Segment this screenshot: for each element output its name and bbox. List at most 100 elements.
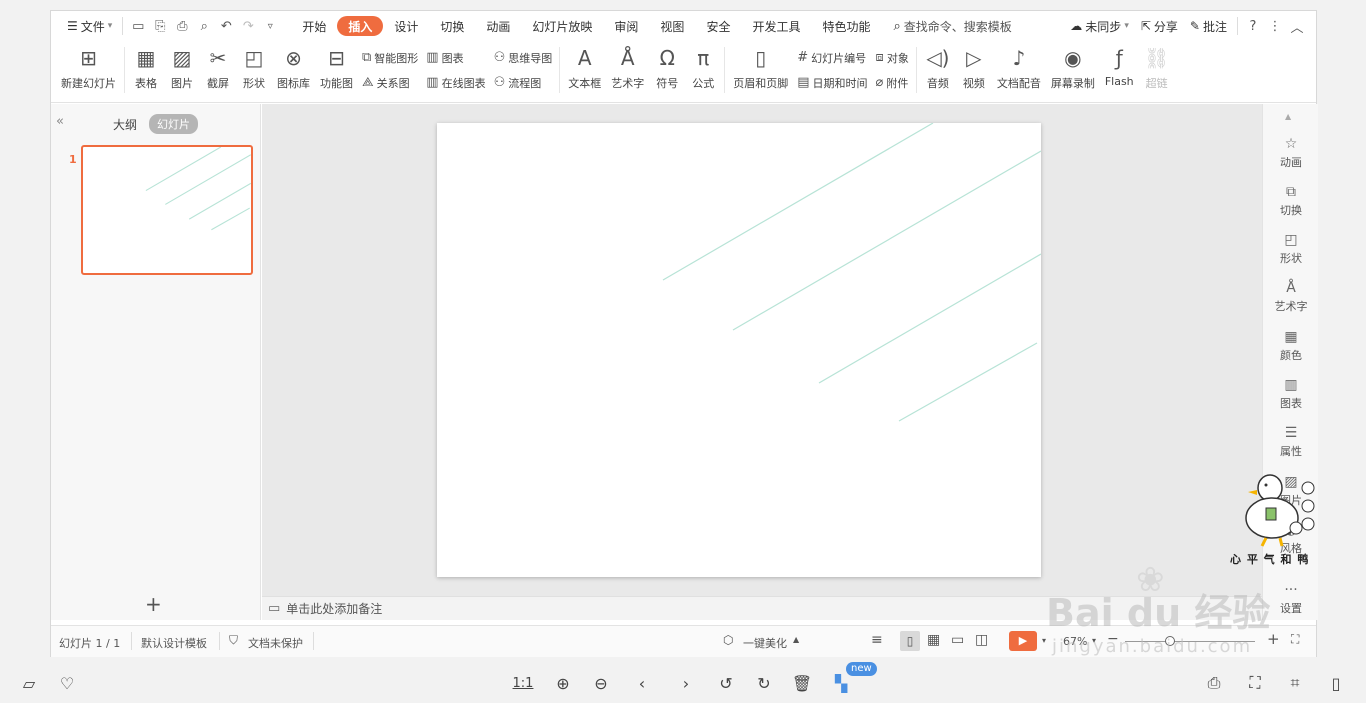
zoom-in-icon[interactable]: ⊕ [552,672,574,694]
zoom-slider-track[interactable] [1125,641,1255,642]
hyperlink-button[interactable]: ⛓ 超链 [1139,45,1175,95]
tab-home[interactable]: 开始 [291,16,337,36]
object-button[interactable]: ⧈ 对象 [876,47,909,69]
tab-transition[interactable]: 切换 [429,16,475,36]
slide-number-button[interactable]: # 幻灯片编号 [797,47,867,69]
new-slide-button[interactable]: ⊞ 新建幻灯片 [51,45,121,95]
chart-button[interactable]: ▥ 图表 [426,47,485,69]
sorter-view-icon[interactable]: ▦ [927,632,940,648]
zoom-level[interactable]: 67% [1063,635,1087,648]
art-text-button[interactable]: Å 艺术字 [606,45,649,95]
prev-icon[interactable]: ‹ [631,672,653,694]
delete-icon[interactable]: 🗑 [791,672,813,694]
zoom-slider-thumb[interactable] [1165,636,1175,646]
smart-art-button[interactable]: ⧉ 智能图形 [362,47,418,69]
tab-review[interactable]: 审阅 [603,16,649,36]
tab-view[interactable]: 视图 [649,16,695,36]
undo-icon[interactable]: ↶ [215,15,237,37]
reading-view-icon[interactable]: ▭ [951,632,964,648]
normal-view-icon[interactable]: ▯ [900,631,920,651]
relation-button[interactable]: ⟁ 关系图 [362,72,418,94]
header-footer-button[interactable]: ▯ 页眉和页脚 [728,45,793,95]
comment-button[interactable]: ✎ 批注 [1184,15,1233,37]
table-button[interactable]: ▦ 表格 [128,45,164,95]
redo-icon[interactable]: ↷ [237,15,259,37]
pane-transition[interactable]: ⧉ 切换 [1263,184,1319,218]
more-icon[interactable]: ⋮ [1264,15,1286,37]
fit-window-icon[interactable]: ⛶ [1291,632,1299,647]
pane-properties[interactable]: ☰ 属性 [1263,425,1319,459]
attachment-button[interactable]: ⌀ 附件 [876,72,909,94]
function-chart-button[interactable]: ⊟ 功能图 [315,45,358,95]
fullscreen-icon[interactable]: ⛶ [1244,672,1266,694]
pane-art-text[interactable]: Å 艺术字 [1263,280,1319,314]
search-command[interactable]: ⌕ 查找命令、搜索模板 [887,15,1017,37]
flash-button[interactable]: ƒ Flash [1100,45,1139,95]
pane-animation[interactable]: ☆ 动画 [1263,136,1319,170]
tab-features[interactable]: 特色功能 [811,16,881,36]
folder-icon[interactable]: ▱ [18,672,40,694]
file-menu[interactable]: ☰ 文件 ▾ [61,15,118,37]
icon-library-button[interactable]: ⊗ 图标库 [272,45,315,95]
info-icon[interactable]: ▯ [1325,672,1347,694]
pane-color[interactable]: ▦ 颜色 [1263,329,1319,363]
collapse-ribbon-icon[interactable]: ︿ [1286,15,1308,37]
tab-slideshow[interactable]: 幻灯片放映 [521,16,603,36]
doc-audio-button[interactable]: ♪ 文档配音 [992,45,1046,95]
flow-chart-button[interactable]: ⚇ 流程图 [494,72,553,94]
beautify-button[interactable]: 一键美化 [743,635,787,651]
audio-button[interactable]: ◁) 音频 [920,45,956,95]
tab-developer[interactable]: 开发工具 [741,16,811,36]
zoom-in-button[interactable]: + [1267,630,1280,648]
mind-map-button[interactable]: ⚇ 思维导图 [494,47,553,69]
add-slide-button[interactable]: + [145,592,162,616]
customize-icon[interactable]: ▿ [259,15,281,37]
picture-button[interactable]: ▨ 图片 [164,45,200,95]
chevron-down-icon[interactable]: ▾ [1042,636,1046,645]
pane-settings[interactable]: ··· 设置 [1263,582,1319,616]
text-box-button[interactable]: A 文本框 [563,45,606,95]
video-button[interactable]: ▷ 视频 [956,45,992,95]
print-icon[interactable]: ⎙ [171,15,193,37]
screen-record-button[interactable]: ◉ 屏幕录制 [1046,45,1100,95]
preview-icon[interactable]: ⌕ [193,15,215,37]
template-name[interactable]: 默认设计模板 [141,635,207,651]
datetime-button[interactable]: ▤ 日期和时间 [797,72,867,94]
next-icon[interactable]: › [675,672,697,694]
play-button[interactable]: ▶ [1009,631,1037,651]
slide-thumbnail[interactable] [81,145,253,275]
rotate-left-icon[interactable]: ↺ [715,672,737,694]
collapse-panel-icon[interactable]: « [56,114,64,129]
presenter-view-icon[interactable]: ◫ [975,632,988,648]
rotate-right-icon[interactable]: ↻ [753,672,775,694]
formula-button[interactable]: π 公式 [685,45,721,95]
tab-design[interactable]: 设计 [383,16,429,36]
slide-canvas[interactable] [437,122,1042,577]
task-pane-scroll-up[interactable]: ▲ [1285,112,1291,121]
zoom-out-icon[interactable]: ⊖ [590,672,612,694]
notes-bar[interactable]: ▭ 单击此处添加备注 [262,596,1262,620]
tab-security[interactable]: 安全 [695,16,741,36]
crop-icon[interactable]: ⌗ [1284,672,1306,694]
tab-outline[interactable]: 大纲 [113,116,137,133]
online-chart-button[interactable]: ▥ 在线图表 [426,72,485,94]
heart-icon[interactable]: ♡ [56,672,78,694]
apps-icon[interactable]: ▚ [830,672,852,694]
screenshot-button[interactable]: ✂ 截屏 [200,45,236,95]
protection-status[interactable]: 文档未保护 [248,635,303,651]
zoom-out-button[interactable]: − [1107,631,1119,647]
chevron-down-icon[interactable]: ▾ [1092,636,1096,645]
print-icon[interactable]: ⎙ [1203,672,1225,694]
tab-insert[interactable]: 插入 [337,16,384,36]
pane-shape[interactable]: ◰ 形状 [1263,232,1319,266]
help-icon[interactable]: ? [1242,15,1264,37]
tab-animation[interactable]: 动画 [475,16,521,36]
save-icon[interactable]: ▭ [127,15,149,37]
actual-size-button[interactable]: 1:1 [512,672,534,694]
export-icon[interactable]: ⎘ [149,15,171,37]
notes-toggle-icon[interactable]: ≡ [871,632,883,648]
tab-slides[interactable]: 幻灯片 [149,114,198,134]
pane-chart[interactable]: ▥ 图表 [1263,377,1319,411]
sync-button[interactable]: ☁ 未同步 ▾ [1064,15,1135,37]
symbol-button[interactable]: Ω 符号 [649,45,685,95]
